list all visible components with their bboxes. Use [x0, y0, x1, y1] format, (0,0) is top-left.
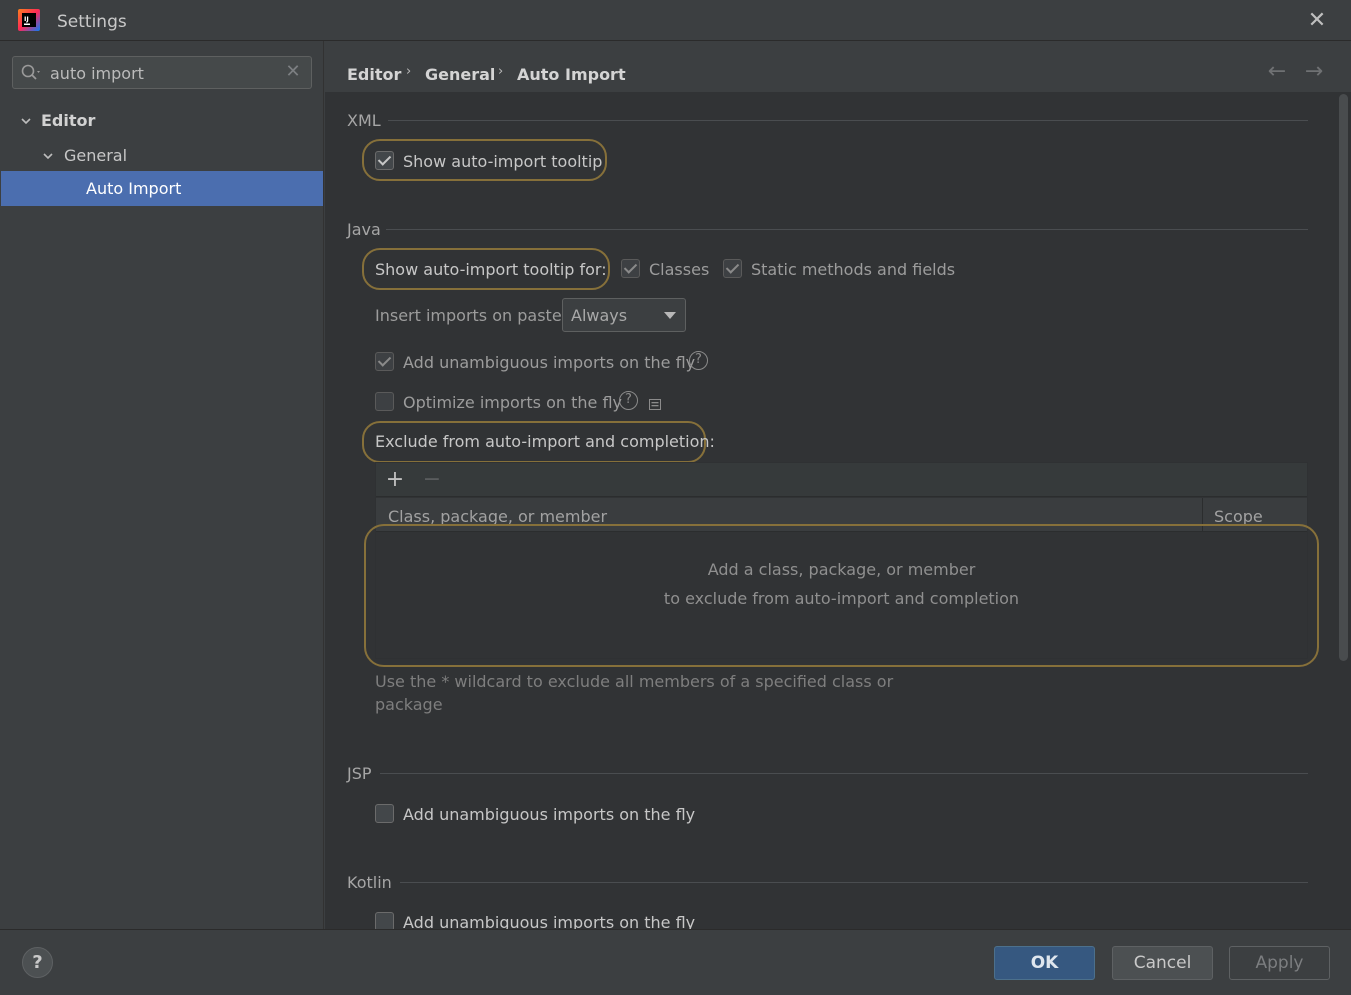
wildcard-note: package — [375, 695, 443, 714]
section-divider — [400, 882, 1308, 883]
kotlin-add-unambiguous-checkbox[interactable] — [375, 912, 394, 929]
static-methods-checkbox[interactable] — [723, 259, 742, 278]
checkbox-label[interactable]: Add unambiguous imports on the fly — [403, 913, 695, 929]
scrollbar-thumb[interactable] — [1339, 94, 1348, 661]
optimize-imports-checkbox[interactable] — [375, 392, 394, 411]
dropdown-arrow-icon — [664, 312, 676, 319]
breadcrumb-general[interactable]: General — [425, 65, 495, 84]
search-input[interactable] — [50, 62, 278, 84]
help-icon[interactable]: ? — [689, 351, 708, 370]
close-icon[interactable]: ✕ — [1304, 8, 1330, 34]
breadcrumb-separator: › — [406, 64, 412, 79]
intellij-logo-icon: IJ — [17, 8, 41, 32]
section-divider — [380, 773, 1308, 774]
section-title-java: Java — [347, 220, 381, 239]
wildcard-note: Use the * wildcard to exclude all member… — [375, 672, 894, 691]
clear-icon[interactable]: ✕ — [284, 60, 302, 84]
search-icon[interactable] — [20, 63, 44, 83]
jsp-add-unambiguous-checkbox[interactable] — [375, 804, 394, 823]
settings-link-icon[interactable] — [649, 395, 661, 410]
show-tooltip-for-label: Show auto-import tooltip for: — [375, 260, 607, 279]
window-title: Settings — [57, 12, 127, 32]
chevron-down-icon — [43, 153, 53, 160]
checkbox-label[interactable]: Show auto-import tooltip — [403, 152, 602, 171]
cancel-button[interactable]: Cancel — [1112, 946, 1213, 980]
title-bar — [0, 0, 1351, 41]
search-highlight — [364, 524, 1319, 667]
help-button[interactable]: ? — [22, 947, 53, 978]
checkbox-label[interactable]: Classes — [649, 260, 709, 279]
chevron-down-icon — [21, 118, 31, 125]
tree-item-label: Auto Import — [86, 179, 182, 198]
tree-item-editor[interactable]: Editor — [0, 104, 323, 138]
svg-text:IJ: IJ — [24, 15, 29, 23]
arrow-left-icon[interactable]: ← — [1265, 60, 1289, 84]
breadcrumb-editor[interactable]: Editor — [347, 65, 401, 84]
arrow-right-icon[interactable]: → — [1302, 60, 1326, 84]
table-toolbar — [376, 463, 1307, 497]
insert-imports-label: Insert imports on paste: — [375, 306, 568, 325]
section-divider — [388, 120, 1308, 121]
add-unambiguous-imports-checkbox[interactable] — [375, 352, 394, 371]
tree-item-general[interactable]: General — [0, 139, 323, 173]
tree-item-label: Editor — [41, 111, 96, 130]
exclude-label: Exclude from auto-import and completion: — [375, 432, 715, 451]
kotlin-clip: Add unambiguous imports on the fly — [325, 905, 1336, 929]
apply-button[interactable]: Apply — [1229, 946, 1330, 980]
checkbox-label[interactable]: Optimize imports on the fly — [403, 393, 622, 412]
dropdown-value: Always — [571, 306, 628, 325]
classes-checkbox[interactable] — [621, 259, 640, 278]
remove-icon: − — [422, 467, 442, 492]
section-title-kotlin: Kotlin — [347, 873, 392, 892]
checkbox-label[interactable]: Add unambiguous imports on the fly — [403, 805, 695, 824]
section-title-xml: XML — [347, 111, 381, 130]
help-icon[interactable]: ? — [619, 391, 638, 410]
checkbox-label[interactable]: Add unambiguous imports on the fly — [403, 353, 695, 372]
section-divider — [386, 229, 1308, 230]
checkbox-label[interactable]: Static methods and fields — [751, 260, 955, 279]
breadcrumb-auto-import: Auto Import — [517, 65, 626, 84]
add-icon[interactable]: + — [384, 468, 406, 492]
ok-button[interactable]: OK — [994, 946, 1095, 980]
breadcrumb-separator: › — [498, 64, 504, 79]
show-auto-import-tooltip-checkbox[interactable] — [375, 151, 394, 170]
tree-item-auto-import[interactable]: Auto Import — [1, 171, 323, 206]
section-title-jsp: JSP — [347, 764, 372, 783]
tree-item-label: General — [64, 146, 128, 165]
